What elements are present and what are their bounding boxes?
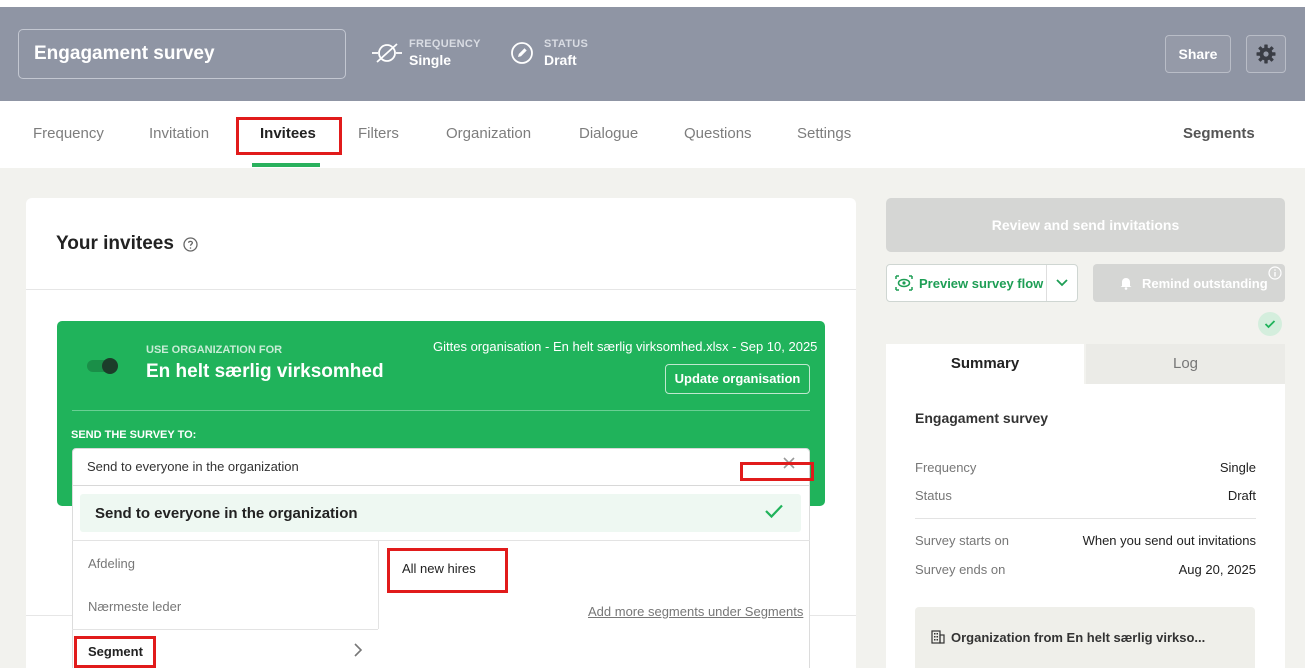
update-organisation-button[interactable]: Update organisation — [665, 364, 810, 394]
tab-segments[interactable]: Segments — [1183, 125, 1255, 142]
settings-button[interactable] — [1246, 35, 1286, 73]
dropdown-column-separator — [378, 541, 379, 629]
tab-organization[interactable]: Organization — [446, 125, 531, 142]
check-icon — [764, 503, 784, 524]
tab-questions[interactable]: Questions — [684, 125, 752, 142]
chevron-right-icon — [353, 643, 363, 662]
summary-row-value: When you send out invitations — [1082, 533, 1256, 548]
tab-invitees[interactable]: Invitees — [260, 125, 316, 142]
dropdown-group-naermeste-leder[interactable]: Nærmeste leder — [88, 599, 181, 614]
frequency-value: Single — [409, 52, 452, 68]
status-value: Draft — [544, 52, 577, 68]
summary-row-label: Frequency — [915, 460, 977, 475]
summary-row-label: Status — [915, 488, 952, 503]
organization-name: En helt særlig virksomhed — [146, 361, 384, 382]
use-organization-label: USE ORGANIZATION FOR — [146, 344, 283, 356]
status-meta: STATUS Draft — [506, 37, 588, 69]
help-icon[interactable] — [183, 236, 198, 252]
organization-file-info: Gittes organisation - En helt særlig vir… — [433, 339, 818, 354]
tab-log[interactable]: Log — [1086, 344, 1285, 384]
dropdown-divider — [72, 540, 810, 541]
summary-row-label: Survey ends on — [915, 562, 1006, 577]
summary-row-label: Survey starts on — [915, 533, 1009, 548]
frequency-icon — [371, 37, 403, 69]
summary-row-value: Aug 20, 2025 — [1178, 562, 1256, 577]
preview-split-separator — [1046, 265, 1047, 301]
gear-icon — [1256, 44, 1276, 64]
tab-filters[interactable]: Filters — [358, 125, 399, 142]
preview-survey-flow-label: Preview survey flow — [919, 276, 1044, 291]
tab-bar: Frequency Invitation Invitees Filters Or… — [0, 101, 1305, 168]
send-to-select-value: Send to everyone in the organization — [87, 459, 299, 474]
dropdown-row-separator — [72, 629, 378, 630]
status-check-icon — [1258, 312, 1282, 336]
building-icon — [931, 630, 945, 649]
dropdown-sub-all-new-hires[interactable]: All new hires — [402, 561, 476, 576]
dropdown-group-afdeling[interactable]: Afdeling — [88, 556, 135, 571]
send-to-label: SEND THE SURVEY TO: — [71, 429, 197, 441]
your-invitees-title: Your invitees — [56, 233, 174, 254]
add-more-segments-link[interactable]: Add more segments under Segments — [588, 604, 803, 619]
top-strip — [0, 0, 1305, 7]
use-organization-toggle[interactable] — [87, 357, 121, 375]
survey-header: Engagament survey FREQUENCY Single STATU… — [0, 7, 1305, 101]
green-divider — [72, 410, 810, 411]
share-button[interactable]: Share — [1165, 35, 1231, 73]
tab-dialogue[interactable]: Dialogue — [579, 125, 638, 142]
summary-row-value: Single — [1219, 460, 1256, 475]
tab-settings[interactable]: Settings — [797, 125, 851, 142]
close-icon[interactable] — [783, 456, 795, 474]
tab-invitation[interactable]: Invitation — [149, 125, 209, 142]
active-tab-indicator — [252, 163, 320, 167]
summary-divider — [915, 518, 1256, 519]
status-label: STATUS — [544, 38, 589, 50]
tab-frequency[interactable]: Frequency — [33, 125, 104, 142]
summary-row-value: Draft — [1227, 488, 1256, 503]
frequency-meta: FREQUENCY Single — [371, 37, 481, 69]
summary-title: Engagament survey — [915, 410, 1049, 426]
survey-title-input[interactable]: Engagament survey — [18, 29, 346, 79]
tab-summary[interactable]: Summary — [886, 344, 1084, 384]
review-and-send-button[interactable]: Review and send invitations — [886, 198, 1285, 252]
pencil-icon — [506, 37, 538, 69]
dropdown-option-everyone-label: Send to everyone in the organization — [95, 505, 358, 522]
bell-icon — [1119, 276, 1133, 295]
chevron-down-icon[interactable] — [1055, 276, 1069, 294]
frequency-label: FREQUENCY — [409, 38, 481, 50]
remind-outstanding-label: Remind outstanding — [1142, 276, 1268, 291]
eye-icon — [895, 275, 913, 296]
info-icon[interactable] — [1268, 266, 1282, 285]
dropdown-group-segment[interactable]: Segment — [88, 644, 143, 659]
card-divider — [26, 289, 856, 290]
organization-summary-text: Organization from En helt særlig virkso.… — [951, 630, 1206, 645]
card-title: Your invitees — [56, 233, 198, 255]
